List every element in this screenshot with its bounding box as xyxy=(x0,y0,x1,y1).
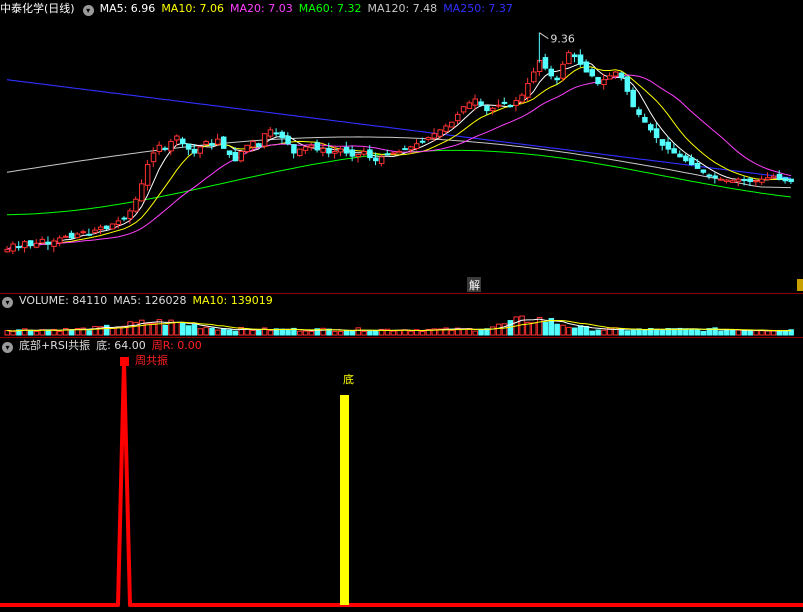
bottom-signal-bar xyxy=(340,395,349,605)
signal-label: 周共振 xyxy=(135,354,168,367)
resonance-peak-marker xyxy=(120,357,129,366)
indicator-chart xyxy=(0,357,803,607)
bottom-label: 底 xyxy=(343,373,354,386)
resonance-line xyxy=(0,360,803,607)
